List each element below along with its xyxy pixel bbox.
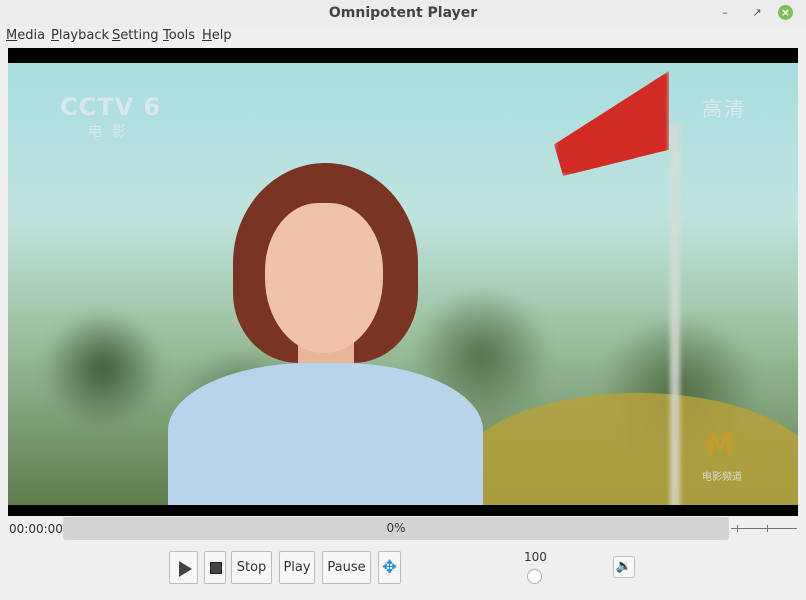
stop-button[interactable]: Stop xyxy=(231,551,272,584)
channel-logo: CCTV 6 xyxy=(60,93,162,121)
menu-playback[interactable]: Playback xyxy=(51,28,109,43)
menu-media[interactable]: Media xyxy=(6,28,45,43)
speaker-icon[interactable]: 🔉 xyxy=(613,556,635,578)
volume-value: 100 xyxy=(524,550,547,564)
window-title: Omnipotent Player xyxy=(328,5,478,21)
play-icon-button[interactable] xyxy=(169,551,198,584)
progress-bar[interactable]: 0% xyxy=(63,517,729,540)
slider-tick xyxy=(737,525,738,532)
pause-button[interactable]: Pause xyxy=(322,551,371,584)
elapsed-time: 00:00:00 xyxy=(9,522,63,536)
volume-knob[interactable] xyxy=(527,569,542,584)
maximize-icon[interactable]: ↗ xyxy=(749,5,765,21)
minimize-icon[interactable]: – xyxy=(717,5,733,21)
play-icon xyxy=(179,561,192,577)
channel-logo-sub: 电影 xyxy=(88,124,136,140)
end-time-slider[interactable] xyxy=(731,525,797,532)
person-face xyxy=(265,203,383,353)
stop-icon xyxy=(210,562,222,574)
movie-channel-logo: M xyxy=(705,428,735,463)
menu-help[interactable]: Help xyxy=(202,28,232,43)
video-canvas[interactable]: CCTV 6 电影 高清 M 电影频道 xyxy=(8,63,798,505)
stop-icon-button[interactable] xyxy=(204,551,226,584)
slider-tick xyxy=(767,525,768,532)
menu-setting[interactable]: Setting xyxy=(112,28,159,43)
movie-channel-sub: 电影频道 xyxy=(702,472,742,483)
close-icon[interactable]: × xyxy=(778,5,793,20)
flag xyxy=(554,71,669,176)
flag-pole xyxy=(670,123,680,505)
person-shirt xyxy=(168,363,483,505)
hd-badge: 高清 xyxy=(702,97,746,121)
move-icon[interactable]: ✥ xyxy=(378,551,401,584)
play-button[interactable]: Play xyxy=(279,551,315,584)
title-bar: Omnipotent Player – ↗ × xyxy=(0,0,806,27)
progress-label: 0% xyxy=(386,521,406,535)
menu-bar: Media Playback Setting Tools Help xyxy=(0,27,806,47)
menu-tools[interactable]: Tools xyxy=(163,28,195,43)
